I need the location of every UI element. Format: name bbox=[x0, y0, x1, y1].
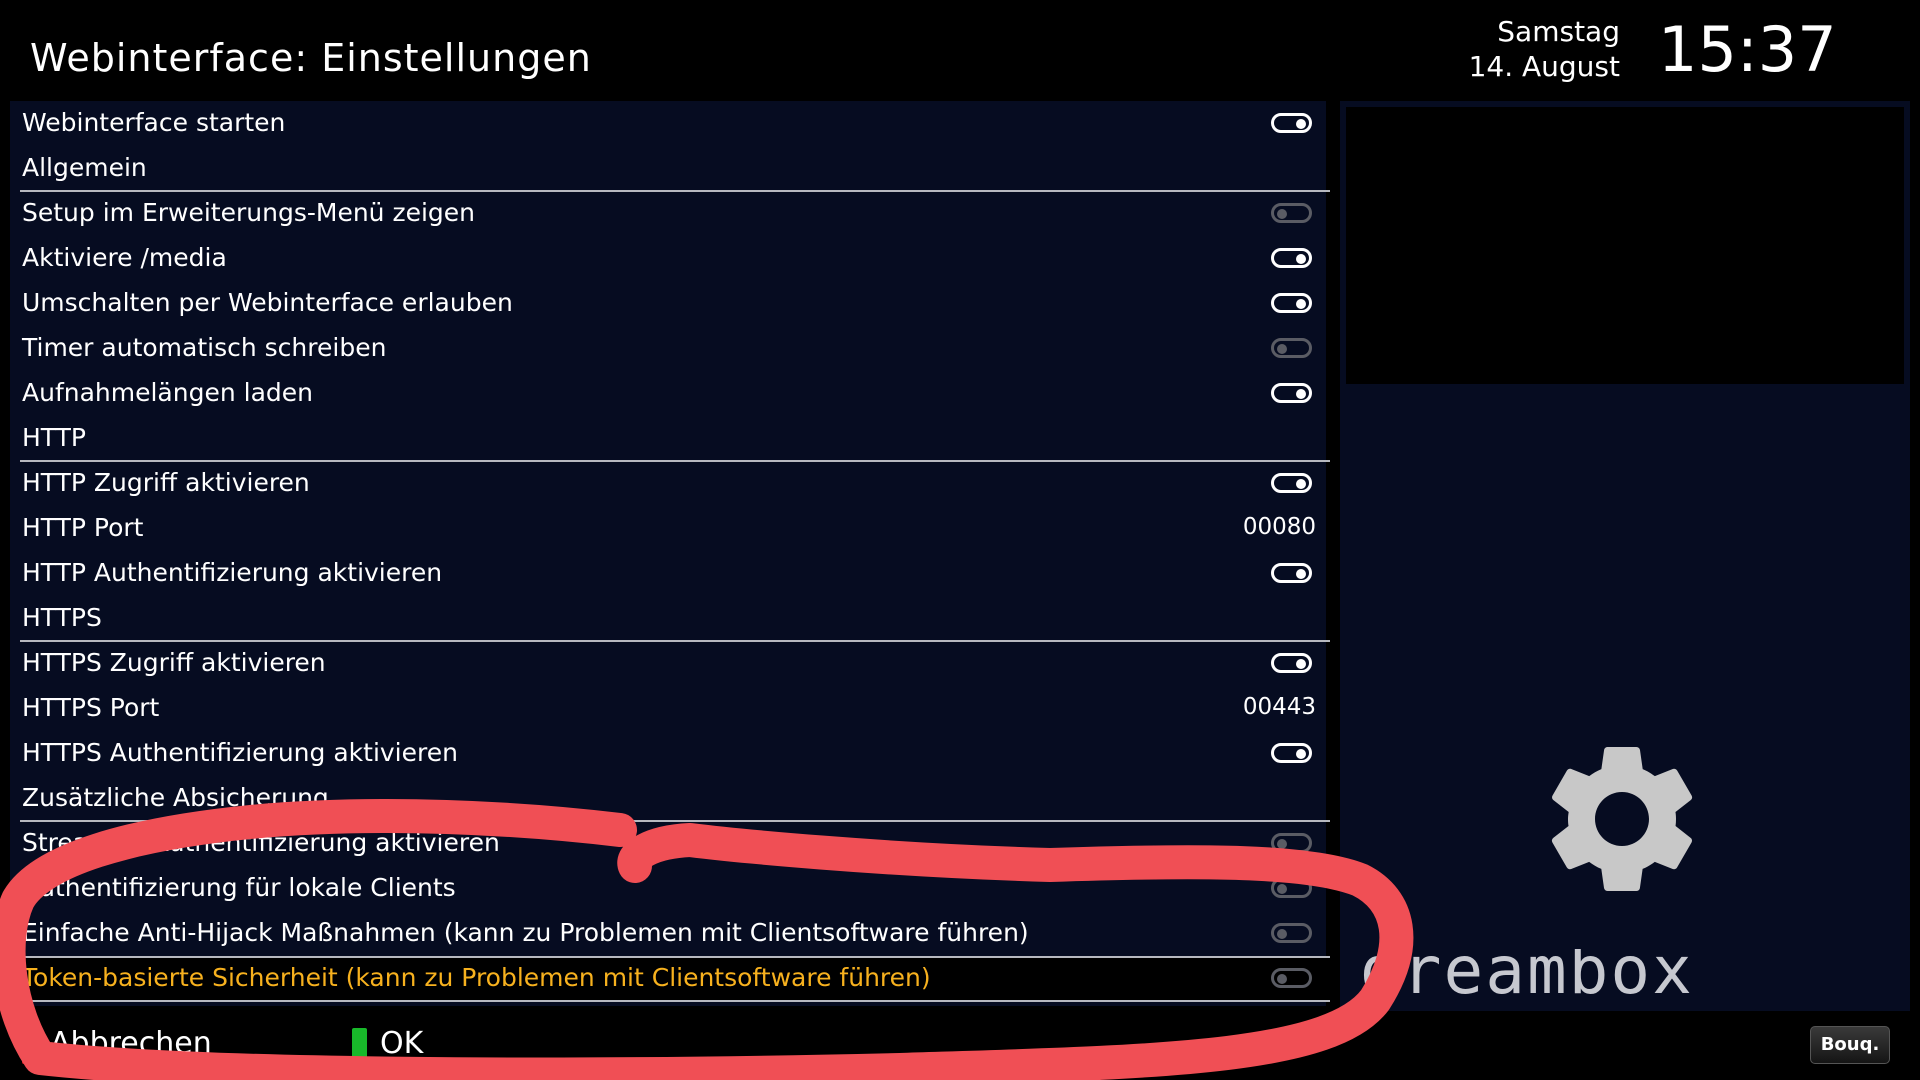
toggle-knob bbox=[1296, 254, 1306, 264]
setting-row-http-port[interactable]: HTTP Port 00080 bbox=[10, 506, 1326, 551]
selection-line-bottom bbox=[20, 1000, 1330, 1002]
setting-label: HTTP Port bbox=[22, 513, 144, 542]
setting-row-einfache-anti-hijack-ma-nahmen-kann-zu-problemen-mit-clientsoftware-f-hren[interactable]: Einfache Anti-Hijack Maßnahmen (kann zu … bbox=[10, 911, 1326, 956]
toggle-switch[interactable] bbox=[1271, 563, 1312, 583]
setting-row-http-zugriff-aktivieren[interactable]: HTTP Zugriff aktivieren bbox=[10, 461, 1326, 506]
toggle-switch[interactable] bbox=[1271, 203, 1312, 223]
setting-row-setup-im-erweiterungs-men-zeigen[interactable]: Setup im Erweiterungs-Menü zeigen bbox=[10, 191, 1326, 236]
toggle-knob bbox=[1277, 884, 1287, 894]
setting-label: Aktiviere /media bbox=[22, 243, 227, 272]
setting-label: Webinterface starten bbox=[22, 108, 286, 137]
setting-label: Einfache Anti-Hijack Maßnahmen (kann zu … bbox=[22, 918, 1029, 947]
side-panel: dreambox bbox=[1340, 101, 1910, 1011]
setting-label: Token-basierte Sicherheit (kann zu Probl… bbox=[22, 963, 931, 992]
setting-label: HTTP Authentifizierung aktivieren bbox=[22, 558, 443, 587]
settings-list: Webinterface starten Allgemein Setup im Er… bbox=[10, 101, 1330, 1006]
section-label: Allgemein bbox=[22, 153, 147, 182]
toggle-knob bbox=[1296, 119, 1306, 129]
clock: 15:37 bbox=[1658, 13, 1837, 86]
button-bar: Abbrechen OK Bouq. bbox=[0, 1022, 1920, 1080]
setting-label: Timer automatisch schreiben bbox=[22, 333, 387, 362]
logo-text: dreambox bbox=[1360, 949, 1694, 1003]
page-title: Webinterface: Einstellungen bbox=[30, 36, 592, 80]
setting-row-https-zugriff-aktivieren[interactable]: HTTPS Zugriff aktivieren bbox=[10, 641, 1326, 686]
toggle-switch[interactable] bbox=[1271, 833, 1312, 853]
setting-row-authentifizierung-f-r-lokale-clients[interactable]: Authentifizierung für lokale Clients bbox=[10, 866, 1326, 911]
setting-row-https-authentifizierung-aktivieren[interactable]: HTTPS Authentifizierung aktivieren bbox=[10, 731, 1326, 776]
tv-preview bbox=[1346, 107, 1904, 384]
toggle-switch[interactable] bbox=[1271, 923, 1312, 943]
weekday: Samstag bbox=[1497, 15, 1620, 48]
setting-label: HTTPS Port bbox=[22, 693, 160, 722]
date: 14. August bbox=[1468, 50, 1620, 83]
dreambox-logo: dreambox bbox=[1360, 949, 1694, 1003]
setting-label: HTTPS Authentifizierung aktivieren bbox=[22, 738, 458, 767]
setting-row-aktiviere-media[interactable]: Aktiviere /media bbox=[10, 236, 1326, 281]
toggle-knob bbox=[1277, 929, 1287, 939]
toggle-switch[interactable] bbox=[1271, 473, 1312, 493]
toggle-knob bbox=[1296, 389, 1306, 399]
selection-line-top bbox=[20, 956, 1330, 958]
setting-label: Umschalten per Webinterface erlauben bbox=[22, 288, 513, 317]
toggle-switch[interactable] bbox=[1271, 878, 1312, 898]
section-header-zus-tzliche-absicherung: Zusätzliche Absicherung bbox=[10, 776, 1326, 821]
toggle-switch[interactable] bbox=[1271, 293, 1312, 313]
section-header-http: HTTP bbox=[10, 416, 1326, 461]
toggle-switch[interactable] bbox=[1271, 383, 1312, 403]
toggle-switch[interactable] bbox=[1271, 113, 1312, 133]
setting-row-timer-automatisch-schreiben[interactable]: Timer automatisch schreiben bbox=[10, 326, 1326, 371]
section-header-allgemein: Allgemein bbox=[10, 146, 1326, 191]
setting-label: Aufnahmelängen laden bbox=[22, 378, 314, 407]
toggle-knob bbox=[1296, 479, 1306, 489]
green-key-indicator bbox=[352, 1028, 367, 1064]
section-label: HTTP bbox=[22, 423, 86, 452]
section-header-https: HTTPS bbox=[10, 596, 1326, 641]
ok-button[interactable]: OK bbox=[380, 1026, 423, 1061]
gear-icon bbox=[1551, 747, 1693, 891]
cancel-button[interactable]: Abbrechen bbox=[50, 1026, 212, 1061]
toggle-knob bbox=[1296, 659, 1306, 669]
toggle-switch[interactable] bbox=[1271, 743, 1312, 763]
setting-row-umschalten-per-webinterface-erlauben[interactable]: Umschalten per Webinterface erlauben bbox=[10, 281, 1326, 326]
setting-label: Streamen Authentifizierung aktivieren bbox=[22, 828, 500, 857]
setting-row-webinterface-starten[interactable]: Webinterface starten bbox=[10, 101, 1326, 146]
setting-row-streamen-authentifizierung-aktivieren[interactable]: Streamen Authentifizierung aktivieren bbox=[10, 821, 1326, 866]
setting-label: HTTP Zugriff aktivieren bbox=[22, 468, 310, 497]
red-key-indicator bbox=[22, 1028, 37, 1064]
toggle-knob bbox=[1277, 839, 1287, 849]
bouquet-button[interactable]: Bouq. bbox=[1810, 1026, 1890, 1064]
setting-row-https-port[interactable]: HTTPS Port 00443 bbox=[10, 686, 1326, 731]
setting-row-token-basierte-sicherheit-kann-zu-problemen-mit-clientsoftware-f-hren[interactable]: Token-basierte Sicherheit (kann zu Probl… bbox=[10, 956, 1326, 1001]
toggle-knob bbox=[1296, 299, 1306, 309]
setting-label: Authentifizierung für lokale Clients bbox=[22, 873, 456, 902]
setting-value[interactable]: 00443 bbox=[1243, 694, 1316, 720]
setting-label: Setup im Erweiterungs-Menü zeigen bbox=[22, 198, 476, 227]
setting-value[interactable]: 00080 bbox=[1243, 514, 1316, 540]
toggle-knob bbox=[1296, 569, 1306, 579]
section-label: Zusätzliche Absicherung bbox=[22, 783, 329, 812]
toggle-knob bbox=[1277, 344, 1287, 354]
setting-label: HTTPS Zugriff aktivieren bbox=[22, 648, 326, 677]
toggle-switch[interactable] bbox=[1271, 248, 1312, 268]
toggle-switch[interactable] bbox=[1271, 338, 1312, 358]
toggle-knob bbox=[1277, 974, 1287, 984]
setting-row-http-authentifizierung-aktivieren[interactable]: HTTP Authentifizierung aktivieren bbox=[10, 551, 1326, 596]
toggle-knob bbox=[1277, 209, 1287, 219]
toggle-switch[interactable] bbox=[1271, 968, 1312, 988]
toggle-knob bbox=[1296, 749, 1306, 759]
date-display: Samstag 14. August bbox=[1469, 14, 1620, 84]
setting-row-aufnahmel-ngen-laden[interactable]: Aufnahmelängen laden bbox=[10, 371, 1326, 416]
toggle-switch[interactable] bbox=[1271, 653, 1312, 673]
section-label: HTTPS bbox=[22, 603, 102, 632]
